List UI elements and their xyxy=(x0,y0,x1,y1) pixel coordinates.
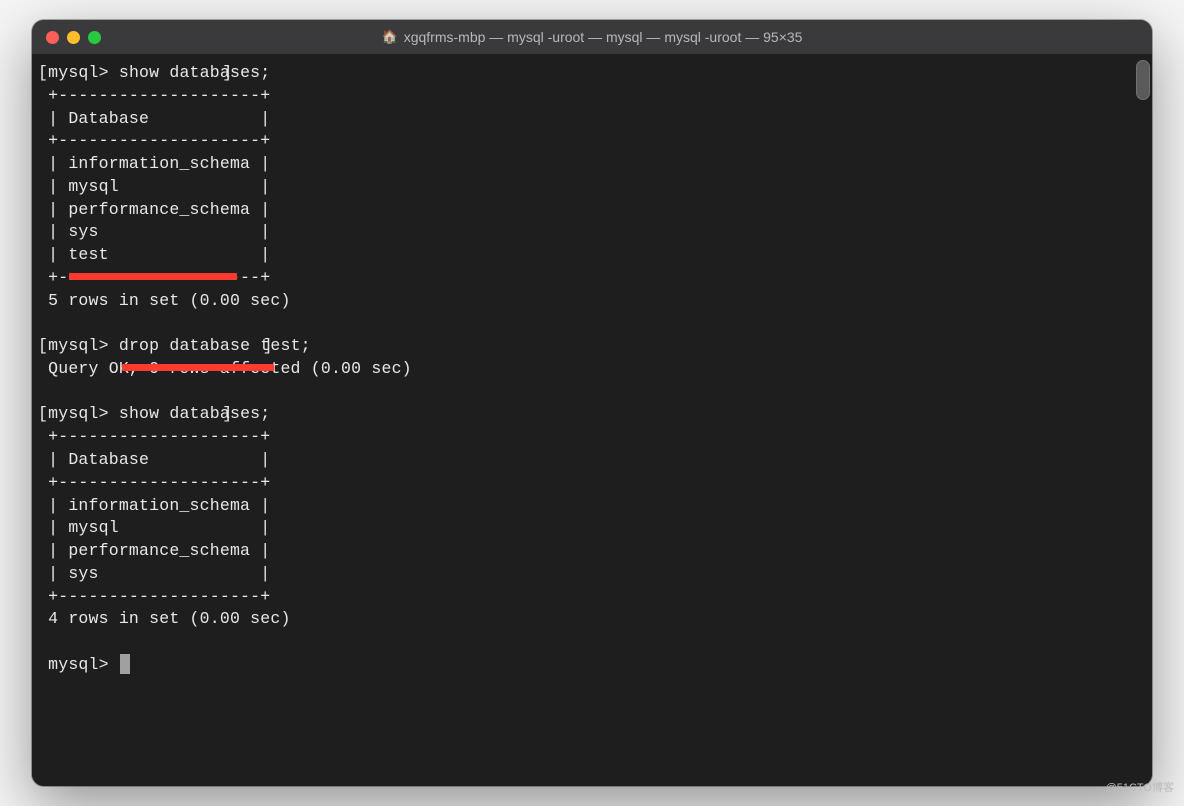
output-line: +--------------------+ xyxy=(48,473,270,492)
window-title: 🏠 xgqfrms-mbp — mysql -uroot — mysql — m… xyxy=(32,29,1152,45)
bracket-close: ] xyxy=(222,62,232,85)
window-title-text: xgqfrms-mbp — mysql -uroot — mysql — mys… xyxy=(404,29,803,45)
bracket-open: [ xyxy=(38,63,48,82)
traffic-lights xyxy=(46,31,101,44)
output-line: | information_schema | xyxy=(48,496,270,515)
output-line: | sys | xyxy=(48,222,270,241)
annotation-highlight-1 xyxy=(69,273,237,280)
command-1: show databases; xyxy=(119,63,271,82)
maximize-icon[interactable] xyxy=(88,31,101,44)
bracket-close: ] xyxy=(263,335,273,358)
annotation-highlight-2 xyxy=(122,364,274,371)
output-line: | test | xyxy=(48,245,270,264)
output-line: | Database | xyxy=(48,109,270,128)
output-line: +--------------------+ xyxy=(48,587,270,606)
output-line: | mysql | xyxy=(48,518,270,537)
scrollbar-thumb[interactable] xyxy=(1136,60,1150,100)
prompt: mysql> xyxy=(48,655,109,674)
home-icon: 🏠 xyxy=(382,29,398,45)
output-line: 4 rows in set (0.00 sec) xyxy=(48,609,290,628)
output-line: | mysql | xyxy=(48,177,270,196)
terminal-body[interactable]: [mysql> show databases;] +--------------… xyxy=(32,54,1152,786)
command-3: show databases; xyxy=(119,404,271,423)
bracket-close: ] xyxy=(222,403,232,426)
command-2: drop database test; xyxy=(119,336,311,355)
bracket-open: [ xyxy=(38,336,48,355)
output-line: +--------------------+ xyxy=(48,86,270,105)
terminal-window: 🏠 xgqfrms-mbp — mysql -uroot — mysql — m… xyxy=(32,20,1152,786)
prompt: mysql> xyxy=(48,404,109,423)
prompt: mysql> xyxy=(48,336,109,355)
cursor xyxy=(120,654,130,674)
output-line: | sys | xyxy=(48,564,270,583)
output-line: | performance_schema | xyxy=(48,200,270,219)
output-line: +--------------------+ xyxy=(48,131,270,150)
close-icon[interactable] xyxy=(46,31,59,44)
prompt: mysql> xyxy=(48,63,109,82)
output-line: 5 rows in set (0.00 sec) xyxy=(48,291,290,310)
minimize-icon[interactable] xyxy=(67,31,80,44)
output-line: | performance_schema | xyxy=(48,541,270,560)
titlebar[interactable]: 🏠 xgqfrms-mbp — mysql -uroot — mysql — m… xyxy=(32,20,1152,54)
watermark: @51CTO博客 xyxy=(1106,779,1174,795)
bracket-open: [ xyxy=(38,404,48,423)
output-line: +--------------------+ xyxy=(48,427,270,446)
output-line: | Database | xyxy=(48,450,270,469)
output-line: | information_schema | xyxy=(48,154,270,173)
